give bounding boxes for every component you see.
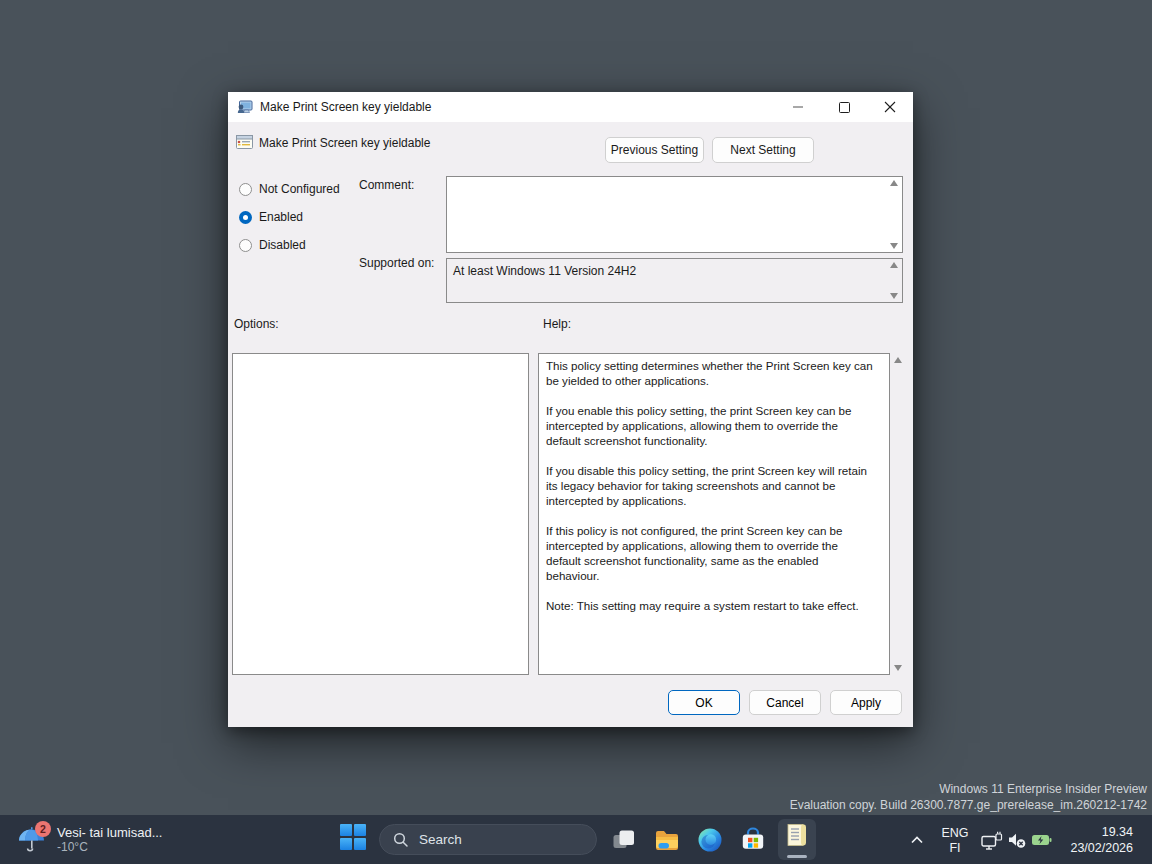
dialog-titlebar: Make Print Screen key yieldable (228, 92, 913, 122)
tray-chevron-icon[interactable] (909, 834, 925, 846)
task-view-icon[interactable] (611, 827, 637, 853)
weather-headline: Vesi- tai lumisad... (57, 825, 163, 840)
help-textbox[interactable]: This policy setting determines whether t… (538, 353, 890, 675)
taskbar: 2 Vesi- tai lumisad... -10°C Search (0, 815, 1152, 864)
clock-date: 23/02/2026 (1070, 841, 1133, 857)
scroll-down-icon[interactable] (890, 243, 898, 249)
policy-setting-icon (236, 134, 253, 150)
help-paragraph: This policy setting determines whether t… (546, 358, 882, 388)
group-policy-taskbar-button[interactable] (778, 819, 816, 860)
start-button[interactable] (340, 824, 366, 850)
help-panel: This policy setting determines whether t… (538, 353, 904, 675)
weather-widget[interactable]: 2 Vesi- tai lumisad... -10°C (8, 815, 171, 864)
clock[interactable]: 19.34 23/02/2026 (1070, 825, 1133, 856)
help-scrollbar[interactable] (891, 353, 904, 675)
watermark-line2: Evaluation copy. Build 26300.7877.ge_pre… (790, 798, 1147, 814)
edge-icon[interactable] (697, 827, 723, 853)
scroll-up-icon[interactable] (890, 180, 898, 186)
group-policy-window-icon (237, 99, 253, 115)
scroll-up-icon[interactable] (890, 262, 898, 268)
radio-icon (239, 211, 252, 224)
supported-on-label: Supported on: (359, 256, 434, 270)
supported-scrollbar[interactable] (886, 259, 902, 302)
file-explorer-icon[interactable] (654, 827, 680, 853)
search-icon (393, 832, 409, 848)
weather-temperature: -10°C (57, 840, 163, 855)
radio-disabled[interactable]: Disabled (239, 238, 306, 252)
options-label: Options: (234, 317, 279, 331)
help-paragraph: Note: This setting may require a system … (546, 598, 882, 613)
cancel-button[interactable]: Cancel (749, 690, 821, 715)
maximize-icon (839, 102, 850, 113)
radio-icon (239, 239, 252, 252)
policy-setting-dialog: Make Print Screen key yieldable Make Pri… (228, 92, 913, 727)
search-placeholder: Search (419, 832, 462, 847)
search-box[interactable]: Search (379, 824, 597, 855)
microsoft-store-icon[interactable] (740, 827, 766, 853)
evaluation-watermark: Windows 11 Enterprise Insider Preview Ev… (790, 782, 1147, 813)
comment-label: Comment: (359, 178, 414, 192)
minimize-icon (793, 106, 803, 108)
radio-enabled[interactable]: Enabled (239, 210, 303, 224)
help-paragraph: If you enable this policy setting, the p… (546, 403, 870, 448)
start-icon (340, 824, 352, 836)
dialog-title: Make Print Screen key yieldable (260, 100, 431, 114)
close-icon (884, 101, 896, 113)
battery-charging-icon[interactable] (1031, 831, 1053, 849)
scroll-down-icon[interactable] (894, 665, 902, 671)
supported-on-value: At least Windows 11 Version 24H2 (453, 264, 636, 278)
running-indicator (787, 855, 807, 858)
language-indicator[interactable]: ENG FI (936, 826, 974, 856)
supported-on-textbox[interactable]: At least Windows 11 Version 24H2 (446, 258, 903, 303)
comment-scrollbar[interactable] (886, 177, 902, 252)
help-paragraph: If this policy is not configured, the pr… (546, 523, 870, 583)
scroll-up-icon[interactable] (894, 357, 902, 363)
setting-name: Make Print Screen key yieldable (259, 136, 430, 150)
network-icon[interactable] (981, 831, 1003, 853)
options-panel[interactable] (232, 353, 529, 675)
watermark-line1: Windows 11 Enterprise Insider Preview (790, 782, 1147, 798)
notification-badge: 2 (35, 821, 51, 837)
radio-not-configured[interactable]: Not Configured (239, 182, 340, 196)
ok-button[interactable]: OK (668, 690, 740, 715)
next-setting-button[interactable]: Next Setting (712, 137, 814, 163)
group-policy-editor-icon (784, 822, 810, 848)
scroll-down-icon[interactable] (890, 293, 898, 299)
language-secondary: FI (936, 841, 974, 856)
volume-muted-icon[interactable] (1007, 831, 1027, 849)
comment-textbox[interactable] (446, 176, 903, 253)
close-button[interactable] (867, 92, 913, 122)
clock-time: 19.34 (1070, 825, 1133, 841)
minimize-button[interactable] (775, 92, 821, 122)
help-label: Help: (543, 317, 571, 331)
previous-setting-button[interactable]: Previous Setting (605, 137, 704, 163)
help-paragraph: If you disable this policy setting, the … (546, 463, 870, 508)
language-primary: ENG (936, 826, 974, 841)
maximize-button[interactable] (821, 92, 867, 122)
radio-icon (239, 183, 252, 196)
apply-button[interactable]: Apply (830, 690, 902, 715)
